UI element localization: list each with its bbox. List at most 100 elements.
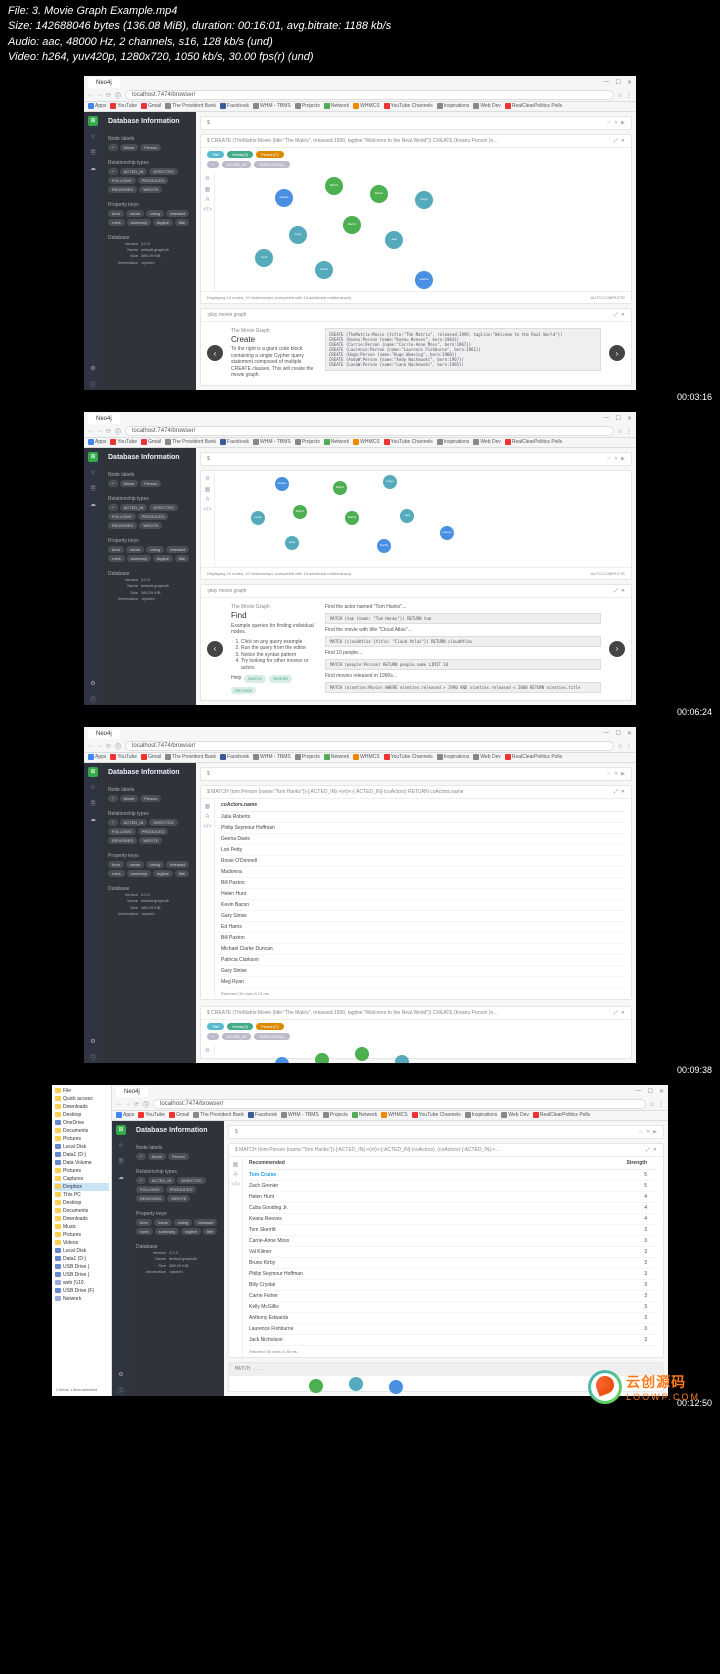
file-tree-item[interactable]: Music bbox=[54, 1223, 109, 1231]
browser-window: Neo4j — ☐ ✕ ←→⟳ ⓘ localhost:7474/browser/ … bbox=[84, 76, 636, 390]
file-tree-item[interactable]: Local Disk bbox=[54, 1247, 109, 1255]
sidebar: Database Information Node labels * Movie… bbox=[102, 112, 196, 390]
file-tree-item[interactable]: Captures bbox=[54, 1175, 109, 1183]
result-table: RecommendedStrength Tom Cruise5Zach Gren… bbox=[243, 1157, 663, 1357]
table-row: Keanu Reeves4 bbox=[249, 1214, 657, 1225]
table-row: Ed Harris bbox=[221, 922, 625, 933]
table-row: Val Kilmer3 bbox=[249, 1247, 657, 1258]
file-tree-item[interactable]: Network bbox=[54, 1295, 109, 1303]
table-row: Cuba Gooding Jr.4 bbox=[249, 1203, 657, 1214]
table-row: Helen Hunt4 bbox=[249, 1192, 657, 1203]
file-tree-item[interactable]: Data1 (D:) bbox=[54, 1255, 109, 1263]
table-row: Kevin Bacon bbox=[221, 900, 625, 911]
meta-video: Video: h264, yuv420p, 1280x720, 1050 kb/… bbox=[8, 50, 712, 65]
file-tree-item[interactable]: Desktop bbox=[54, 1111, 109, 1119]
file-tree-item[interactable]: Documents bbox=[54, 1127, 109, 1135]
table-row: Carrie-Anne Moss3 bbox=[249, 1236, 657, 1247]
file-tree-item[interactable]: Desktop bbox=[54, 1199, 109, 1207]
max-icon[interactable]: ☐ bbox=[616, 79, 621, 86]
table-row: Jack Nicholson3 bbox=[249, 1335, 657, 1346]
browser-tab[interactable]: Neo4j bbox=[88, 78, 120, 88]
lock-icon: ⓘ bbox=[115, 91, 121, 100]
table-row: Bill Paxton bbox=[221, 933, 625, 944]
menu-icon[interactable]: ⋮ bbox=[626, 92, 632, 99]
file-tree-item[interactable]: Data Volume bbox=[54, 1159, 109, 1167]
file-tree-item[interactable]: USB Drive ( bbox=[54, 1271, 109, 1279]
file-tree-item[interactable]: web (\\10. bbox=[54, 1279, 109, 1287]
next-button[interactable]: › bbox=[609, 345, 625, 361]
code-block[interactable]: CREATE (TheMatrix:Movie {title:"The Matr… bbox=[325, 328, 601, 371]
star-icon[interactable]: ☆ bbox=[606, 120, 610, 126]
table-row: Geena Davis bbox=[221, 834, 625, 845]
table-row: Kelly McGillis3 bbox=[249, 1302, 657, 1313]
graph-viz[interactable]: Keanu Matrix Matrix Hugo Matrix Andy Lan… bbox=[215, 171, 631, 291]
info-icon[interactable]: ⓘ bbox=[88, 380, 98, 390]
file-tree-item[interactable]: Local Disk bbox=[54, 1143, 109, 1151]
file-tree-item[interactable]: Pictures bbox=[54, 1231, 109, 1239]
play-icon[interactable]: ▶ bbox=[621, 120, 625, 126]
fwd-icon[interactable]: → bbox=[97, 92, 103, 99]
table-row: Philip Seymour Hoffman3 bbox=[249, 1269, 657, 1280]
table-row: Michael Clarke Duncan bbox=[221, 944, 625, 955]
database-icon[interactable]: ⊞ bbox=[88, 116, 98, 126]
table-row: Patricia Clarkson bbox=[221, 955, 625, 966]
star-rail-icon[interactable]: ☆ bbox=[88, 132, 98, 142]
doc-rail-icon[interactable]: 🗎 bbox=[88, 148, 98, 158]
file-tree-item[interactable]: Downloads bbox=[54, 1215, 109, 1223]
table-row: Billy Crystal3 bbox=[249, 1280, 657, 1291]
address-bar: ←→⟳ ⓘ localhost:7474/browser/ ☆⋮ bbox=[84, 90, 636, 102]
watermark: 云创源码 LOOWP.COM bbox=[588, 1370, 700, 1404]
cypher-editor[interactable]: $ ☆✕▶ bbox=[200, 116, 632, 130]
table-row: Helen Hunt bbox=[221, 889, 625, 900]
file-tree-item[interactable]: This PC bbox=[54, 1191, 109, 1199]
timestamp: 00:03:16 bbox=[0, 392, 720, 406]
nav-rail: ⊞ ☆ 🗎 ☁ ⚙ ⓘ bbox=[84, 112, 102, 390]
close-icon[interactable]: ✕ bbox=[627, 79, 632, 86]
url-input[interactable]: localhost:7474/browser/ bbox=[125, 90, 614, 100]
file-tree-item[interactable]: Quick access bbox=[54, 1095, 109, 1103]
browser-window: Neo4j—☐✕ ←→⟳ⓘlocalhost:7474/browser/☆⋮ A… bbox=[84, 412, 636, 705]
file-tree-item[interactable]: Documents bbox=[54, 1207, 109, 1215]
clear-icon[interactable]: ✕ bbox=[614, 120, 618, 126]
table-row: Julia Roberts bbox=[221, 812, 625, 823]
browser-window: FileQuick accessDownloadsDesktopOneDrive… bbox=[52, 1085, 668, 1396]
bookmark-bar: Apps YouTube Gmail The Provident Bank Fa… bbox=[84, 102, 636, 112]
file-tree-item[interactable]: Data1 (D:) bbox=[54, 1151, 109, 1159]
prev-button[interactable]: ‹ bbox=[207, 345, 223, 361]
file-tree-item[interactable]: Videos bbox=[54, 1239, 109, 1247]
file-tree-item[interactable]: Downloads bbox=[54, 1103, 109, 1111]
table-row: Tom Cruise5 bbox=[249, 1170, 657, 1181]
meta-audio: Audio: aac, 48000 Hz, 2 channels, s16, 1… bbox=[8, 35, 712, 50]
table-row: Rosie O'Donnell bbox=[221, 856, 625, 867]
guide-panel: :play movie graph⤢✕ ‹ The Movie Graph Cr… bbox=[200, 308, 632, 386]
main-area: $ ☆✕▶ $ CREATE (TheMatrix:Movie {title:"… bbox=[196, 112, 636, 390]
file-tree-item[interactable]: USB Drive (F) bbox=[54, 1287, 109, 1295]
file-tree-item[interactable]: Pictures bbox=[54, 1167, 109, 1175]
table-row: Gary Sinise bbox=[221, 911, 625, 922]
table-row: Anthony Edwards3 bbox=[249, 1313, 657, 1324]
file-tree-item[interactable]: Pictures bbox=[54, 1135, 109, 1143]
gear-icon[interactable]: ⚙ bbox=[88, 364, 98, 374]
file-tree-item[interactable]: File bbox=[54, 1087, 109, 1095]
table-row: Meg Ryan bbox=[221, 977, 625, 988]
min-icon[interactable]: — bbox=[604, 79, 610, 86]
star-icon[interactable]: ☆ bbox=[618, 92, 623, 99]
back-icon[interactable]: ← bbox=[88, 92, 94, 99]
meta-size: Size: 142688046 bytes (136.08 MiB), dura… bbox=[8, 19, 712, 34]
watermark-logo-icon bbox=[588, 1370, 622, 1404]
table-row: Laurence Fishburne3 bbox=[249, 1324, 657, 1335]
cloud-rail-icon[interactable]: ☁ bbox=[88, 164, 98, 174]
meta-file: File: 3. Movie Graph Example.mp4 bbox=[8, 4, 712, 19]
table-row: Carrie Fisher3 bbox=[249, 1291, 657, 1302]
grid-view-icon[interactable]: ▦ bbox=[205, 186, 211, 193]
file-tree-item[interactable]: Dropbox bbox=[54, 1183, 109, 1191]
file-tree-item[interactable]: OneDrive bbox=[54, 1119, 109, 1127]
table-row: Bill Paxton bbox=[221, 878, 625, 889]
reload-icon[interactable]: ⟳ bbox=[106, 92, 111, 99]
graph-view-icon[interactable]: ⊚ bbox=[205, 175, 210, 182]
media-info: File: 3. Movie Graph Example.mp4 Size: 1… bbox=[0, 0, 720, 70]
table-row: Tom Skerritt3 bbox=[249, 1225, 657, 1236]
file-tree-item[interactable]: USB Drive ( bbox=[54, 1263, 109, 1271]
browser-window: Neo4j—☐✕ ←→⟳ⓘlocalhost:7474/browser/☆⋮ A… bbox=[84, 727, 636, 1063]
result-table: coActors.name Julia RobertsPhilip Seymou… bbox=[215, 799, 631, 999]
